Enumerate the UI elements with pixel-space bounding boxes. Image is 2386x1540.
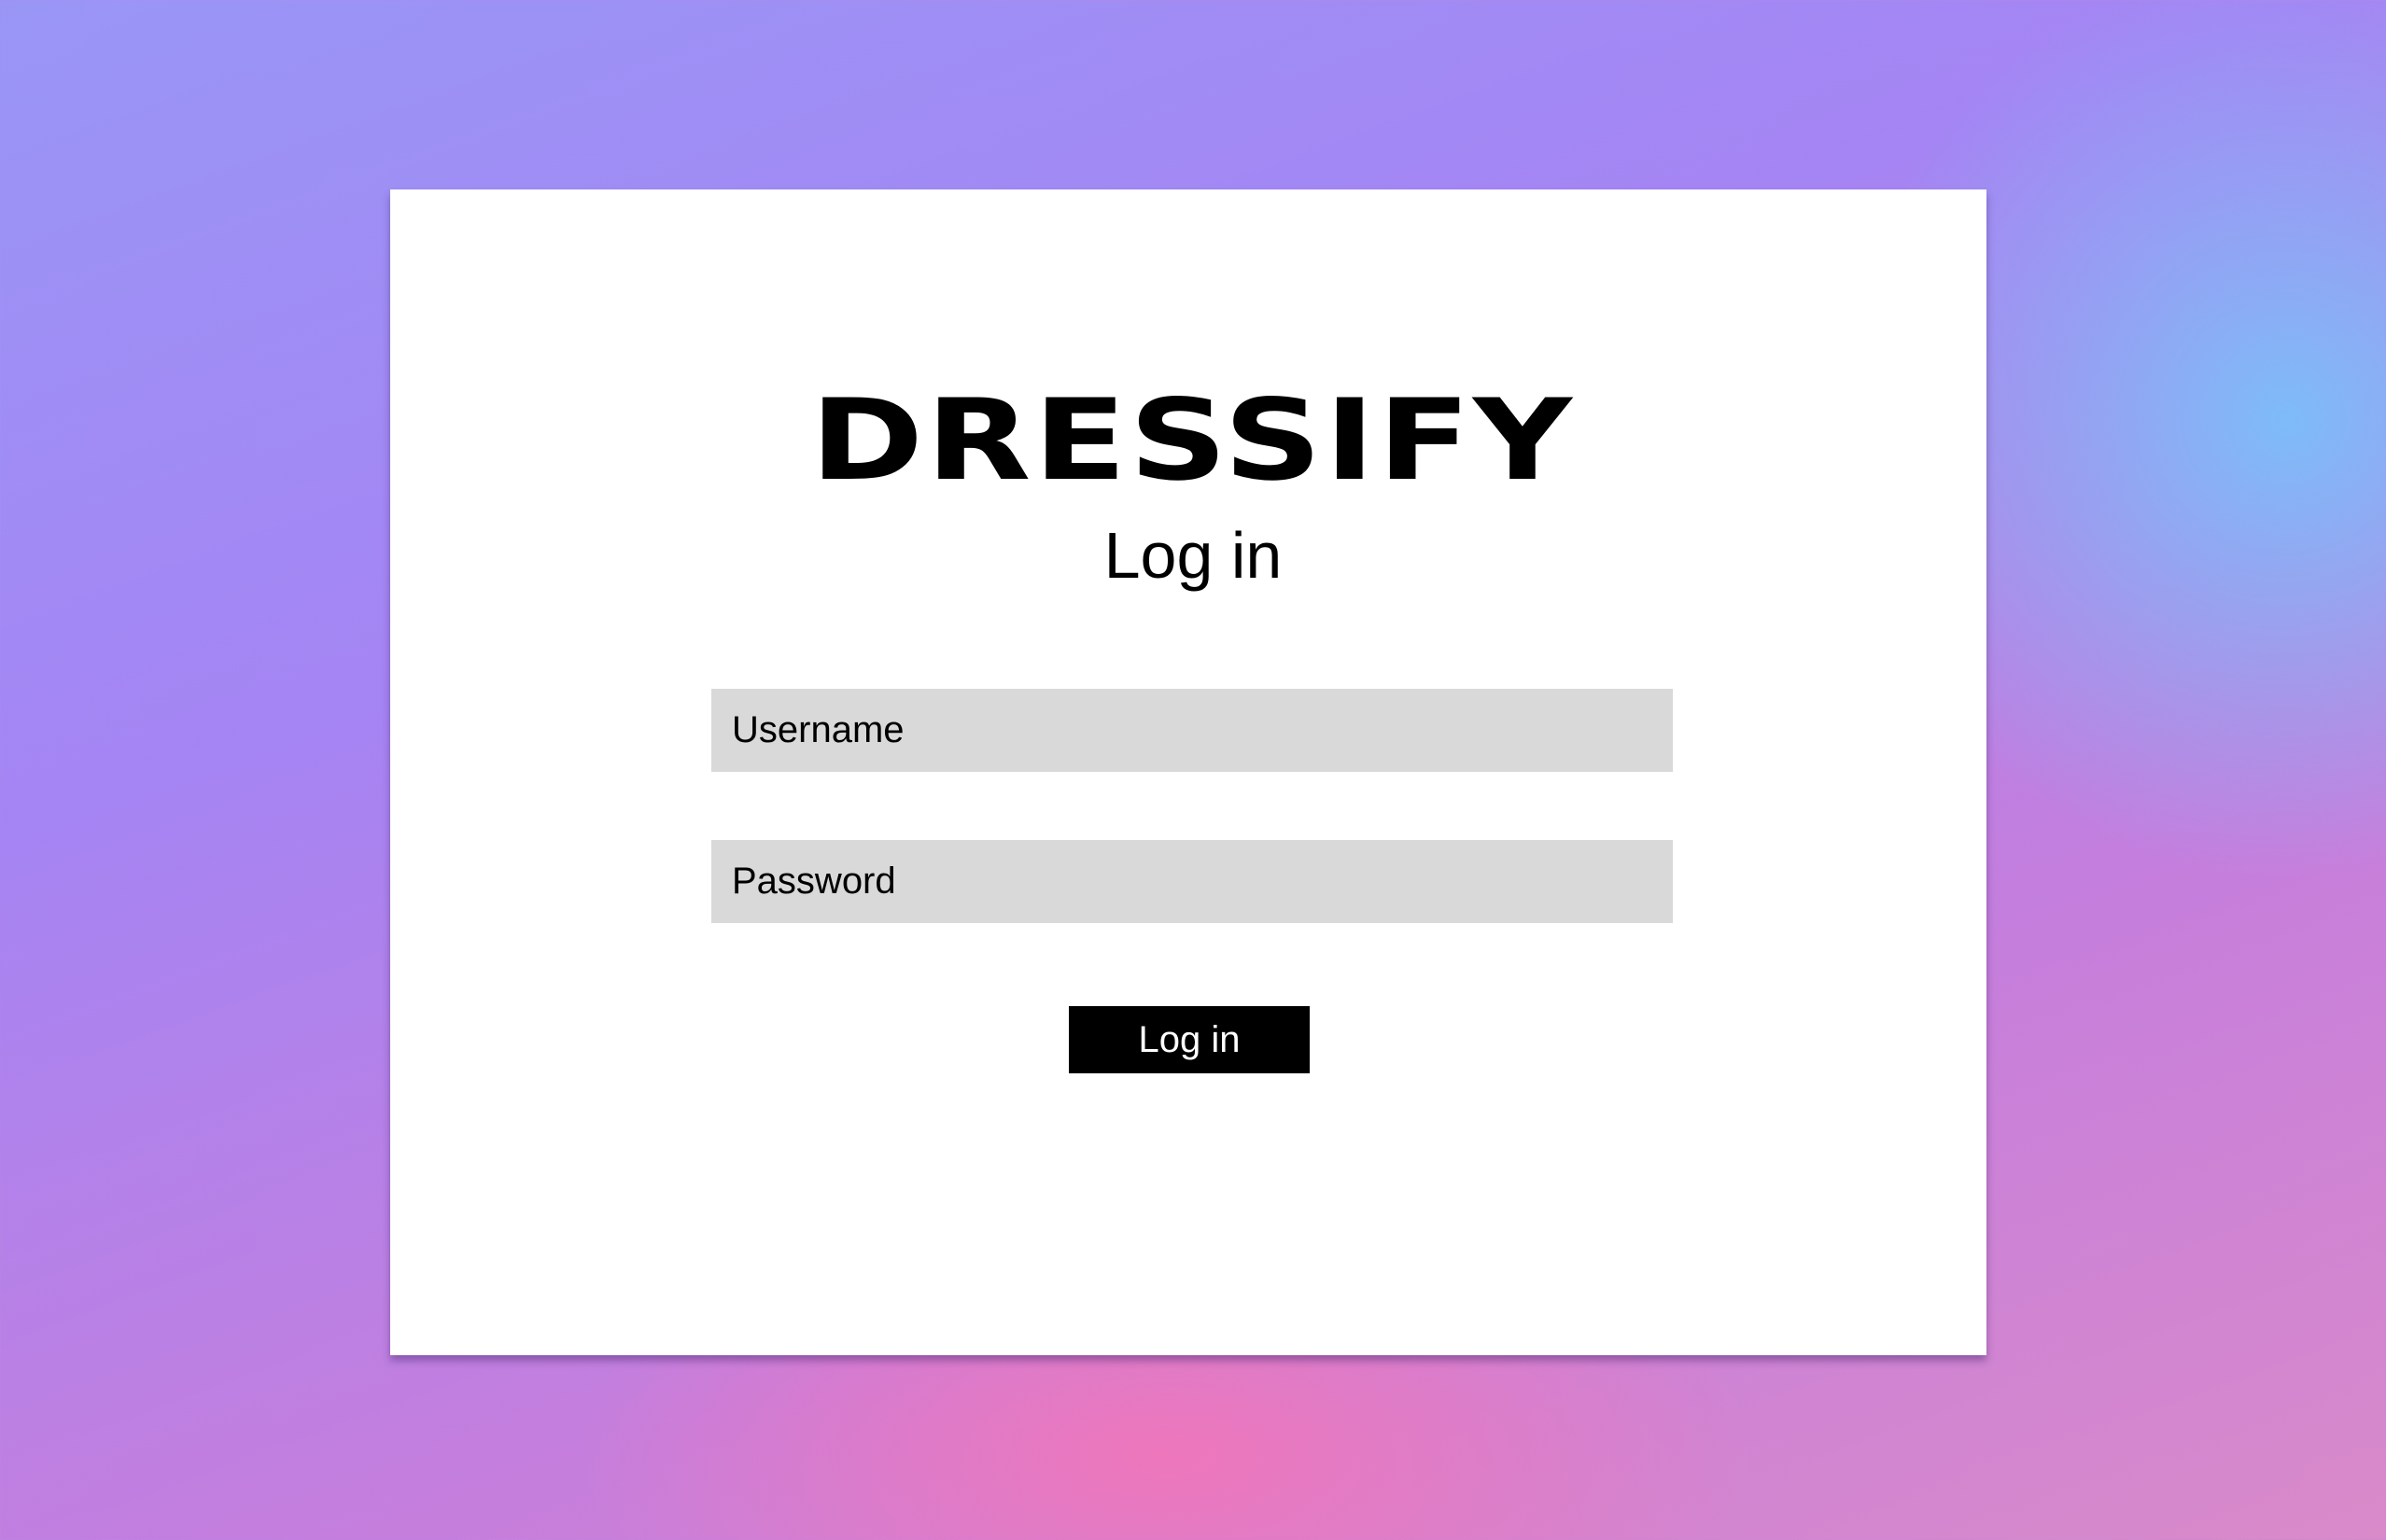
- login-card: [390, 189, 1986, 1355]
- password-input[interactable]: [711, 840, 1673, 923]
- page-title: Log in: [1103, 519, 1283, 592]
- login-button[interactable]: Log in: [1069, 1006, 1310, 1073]
- username-input[interactable]: [711, 689, 1673, 772]
